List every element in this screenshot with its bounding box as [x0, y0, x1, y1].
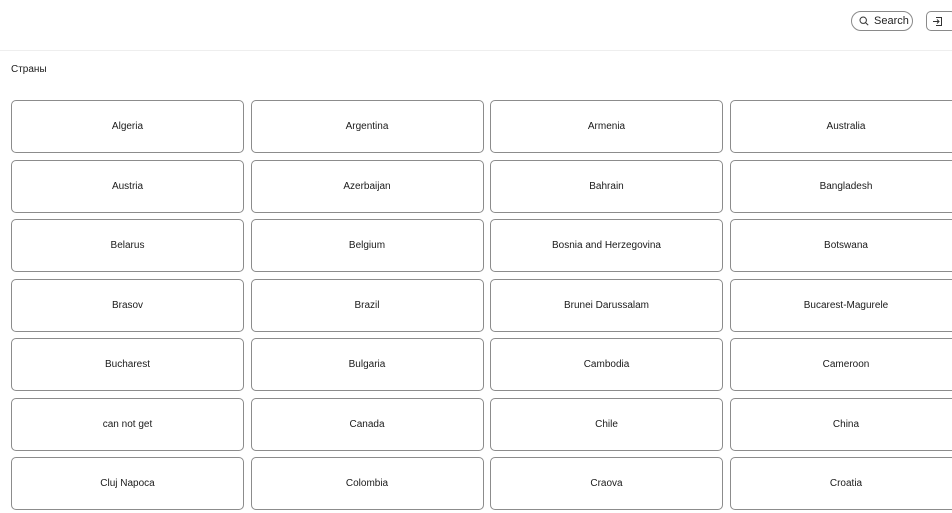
country-card-label: Austria — [111, 180, 144, 192]
country-card[interactable]: Chile — [490, 397, 723, 451]
country-card-label: Algeria — [111, 121, 144, 132]
country-card[interactable]: Canada — [250, 397, 484, 451]
country-card-label: Bangladesh — [819, 180, 873, 192]
country-card-label: Croatia — [829, 478, 863, 489]
country-card[interactable]: can not get — [11, 397, 244, 451]
country-card[interactable]: Cameroon — [729, 338, 952, 391]
search-button-label: Search — [874, 15, 909, 27]
country-card-label: Armenia — [587, 121, 626, 132]
country-card-label: Chile — [595, 418, 618, 430]
country-card[interactable]: Brasov — [11, 278, 244, 332]
country-card[interactable]: Bosnia and Herzegovina — [490, 219, 723, 272]
country-card-label: Brazil — [354, 299, 380, 311]
country-card-label: Craova — [590, 478, 623, 489]
country-card-label: Bosnia and Herzegovina — [552, 240, 661, 251]
top-bar: Search — [0, 0, 952, 51]
country-card[interactable]: Bangladesh — [729, 159, 952, 213]
country-card-label: Brunei Darussalam — [563, 299, 650, 311]
page-title: Страны — [11, 64, 47, 75]
country-card-label: Cambodia — [583, 359, 630, 370]
country-card[interactable]: Cluj Napoca — [11, 457, 244, 510]
country-card[interactable]: Bucarest-Magurele — [729, 278, 952, 332]
country-card-label: Belarus — [110, 240, 145, 251]
country-card[interactable]: Argentina — [250, 100, 484, 153]
country-card[interactable]: Azerbaijan — [250, 159, 484, 213]
country-card[interactable]: Brunei Darussalam — [490, 278, 723, 332]
country-card-label: Belgium — [348, 240, 386, 251]
country-card[interactable]: Bucharest — [11, 338, 244, 391]
country-card-label: Canada — [349, 418, 385, 430]
country-card[interactable]: China — [729, 397, 952, 451]
country-card-label: Bucharest — [104, 359, 151, 370]
page: Search Страны Algeria Argentina Armenia Aus… — [0, 0, 952, 513]
country-card[interactable]: Bulgaria — [250, 338, 484, 391]
country-card[interactable]: Armenia — [490, 100, 723, 153]
sign-in-icon — [932, 16, 943, 27]
country-card-label: can not get — [102, 418, 153, 430]
country-card-label: Bahrain — [589, 180, 624, 192]
login-button[interactable] — [926, 11, 952, 31]
country-card[interactable]: Brazil — [250, 278, 484, 332]
country-card-label: China — [832, 418, 860, 430]
country-card[interactable]: Craova — [490, 457, 723, 510]
country-card-label: Bulgaria — [348, 359, 386, 370]
country-card[interactable]: Croatia — [729, 457, 952, 510]
country-card[interactable]: Austria — [11, 159, 244, 213]
country-card-label: Azerbaijan — [343, 180, 391, 192]
country-grid: Algeria Argentina Armenia Australia Austria A… — [11, 100, 952, 510]
country-card[interactable]: Belgium — [250, 219, 484, 272]
country-card[interactable]: Belarus — [11, 219, 244, 272]
country-card[interactable]: Bahrain — [490, 159, 723, 213]
country-card-label: Cameroon — [822, 359, 870, 370]
country-card[interactable]: Algeria — [11, 100, 244, 153]
country-card[interactable]: Colombia — [250, 457, 484, 510]
country-card[interactable]: Australia — [729, 100, 952, 153]
search-icon — [859, 16, 869, 26]
country-card-label: Botswana — [824, 240, 868, 251]
country-card-label: Australia — [826, 121, 866, 132]
country-card[interactable]: Cambodia — [490, 338, 723, 391]
country-card-label: Colombia — [345, 478, 389, 489]
country-card-label: Bucarest-Magurele — [803, 299, 889, 311]
country-card[interactable]: Botswana — [729, 219, 952, 272]
search-button[interactable]: Search — [851, 11, 913, 31]
country-card-label: Cluj Napoca — [100, 478, 155, 489]
country-card-label: Argentina — [345, 121, 389, 132]
country-card-label: Brasov — [111, 299, 144, 311]
